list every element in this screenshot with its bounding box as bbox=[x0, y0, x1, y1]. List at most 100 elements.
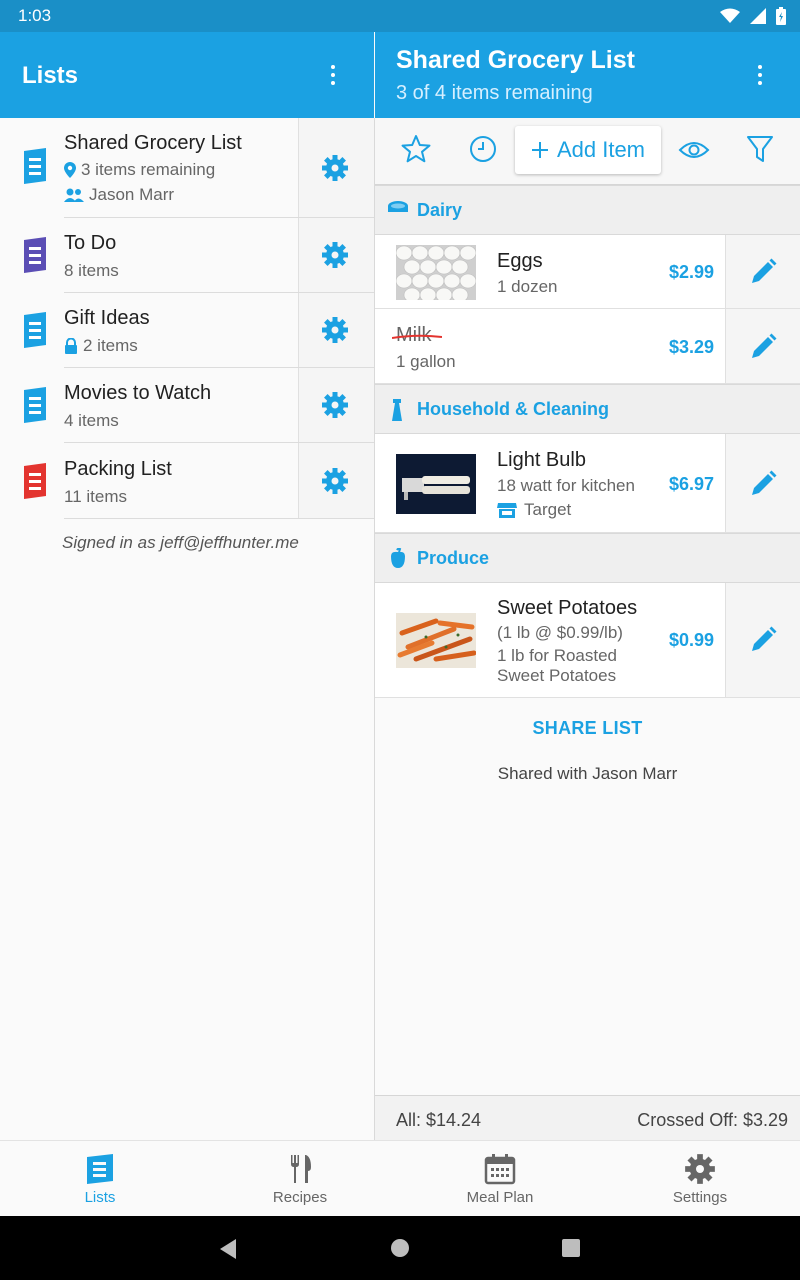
list-document-icon bbox=[24, 237, 46, 273]
wifi-icon bbox=[720, 8, 740, 23]
pencil-icon bbox=[752, 626, 777, 651]
gear-icon bbox=[322, 392, 348, 418]
totals-bar: All: $14.24 Crossed Off: $3.29 bbox=[375, 1095, 800, 1140]
pencil-icon bbox=[752, 470, 777, 495]
share-list-button[interactable]: SHARE LIST bbox=[375, 718, 800, 739]
clock-icon[interactable] bbox=[468, 134, 498, 164]
fork-knife-icon bbox=[291, 1155, 311, 1183]
item-row-sweet-potatoes[interactable]: Sweet Potatoes (1 lb @ $0.99/lb) 1 lb fo… bbox=[375, 583, 800, 698]
edit-item-button[interactable] bbox=[725, 583, 800, 697]
list-settings-button[interactable] bbox=[298, 118, 374, 218]
list-name: Shared Grocery List bbox=[64, 132, 242, 154]
list-overflow-menu-icon[interactable] bbox=[756, 65, 764, 85]
nav-recipes[interactable]: Recipes bbox=[200, 1141, 400, 1217]
store-icon bbox=[497, 503, 517, 518]
plus-icon bbox=[531, 142, 548, 158]
light-bulb-image bbox=[396, 454, 476, 514]
nav-meal-plan[interactable]: Meal Plan bbox=[400, 1141, 600, 1217]
list-meta-text: 11 items bbox=[64, 487, 127, 506]
list-meta: 3 items remaining bbox=[64, 160, 215, 180]
list-document-icon bbox=[24, 312, 46, 348]
item-row-eggs[interactable]: Eggs 1 dozen $2.99 bbox=[375, 235, 800, 309]
list-row-movies[interactable]: Movies to Watch 4 items bbox=[0, 368, 374, 443]
status-bar: 1:03 bbox=[0, 0, 800, 32]
lists-icon bbox=[87, 1154, 113, 1184]
gear-icon bbox=[685, 1154, 715, 1184]
battery-icon bbox=[776, 7, 786, 25]
signal-icon bbox=[750, 8, 766, 24]
recents-icon[interactable] bbox=[561, 1238, 581, 1258]
nav-label: Lists bbox=[84, 1189, 116, 1206]
list-meta-text: 8 items bbox=[64, 261, 119, 280]
eye-icon[interactable] bbox=[678, 138, 710, 162]
list-settings-button[interactable] bbox=[298, 293, 374, 368]
star-icon[interactable] bbox=[401, 134, 431, 164]
item-detail: 1 lb for Roasted bbox=[497, 646, 618, 665]
list-meta-text: 3 items remaining bbox=[81, 160, 216, 179]
list-document-icon bbox=[24, 387, 46, 423]
store-name: Target bbox=[524, 500, 572, 519]
list-row-gift-ideas[interactable]: Gift Ideas 2 items bbox=[0, 293, 374, 368]
nav-lists[interactable]: Lists bbox=[0, 1141, 200, 1217]
list-toolbar: Add Item bbox=[375, 118, 800, 185]
gear-icon bbox=[322, 468, 348, 494]
list-detail-title: Shared Grocery List bbox=[396, 46, 635, 74]
edit-item-button[interactable] bbox=[725, 235, 800, 308]
category-label: Dairy bbox=[417, 200, 463, 220]
edit-item-button[interactable] bbox=[725, 434, 800, 532]
list-row-to-do[interactable]: To Do 8 items bbox=[0, 218, 374, 293]
list-meta-text: 2 items bbox=[83, 336, 138, 355]
back-icon[interactable] bbox=[218, 1238, 238, 1260]
bottom-navigation: Lists Recipes Meal Plan Settings bbox=[0, 1140, 800, 1216]
item-detail: 1 gallon bbox=[396, 352, 456, 371]
nav-settings[interactable]: Settings bbox=[600, 1141, 800, 1217]
calendar-icon bbox=[484, 1154, 516, 1185]
category-header-produce[interactable]: Produce bbox=[375, 533, 800, 583]
spray-bottle-icon bbox=[392, 399, 402, 421]
list-settings-button[interactable] bbox=[298, 443, 374, 519]
home-icon[interactable] bbox=[390, 1238, 410, 1258]
list-name: Gift Ideas bbox=[64, 307, 150, 329]
list-settings-button[interactable] bbox=[298, 368, 374, 443]
item-row-light-bulb[interactable]: Light Bulb 18 watt for kitchen Target $6… bbox=[375, 434, 800, 533]
list-settings-button[interactable] bbox=[298, 218, 374, 293]
item-unit-price: (1 lb @ $0.99/lb) bbox=[497, 623, 623, 642]
gear-icon bbox=[322, 155, 348, 181]
nav-label: Recipes bbox=[272, 1189, 328, 1206]
item-price: $2.99 bbox=[668, 262, 714, 282]
list-detail-subtitle: 3 of 4 items remaining bbox=[396, 82, 593, 104]
dairy-icon bbox=[388, 201, 408, 212]
pepper-icon bbox=[391, 548, 405, 568]
gear-icon bbox=[322, 317, 348, 343]
shared-with-name: Jason Marr bbox=[89, 185, 175, 204]
category-label: Household & Cleaning bbox=[417, 399, 610, 419]
status-time: 1:03 bbox=[18, 6, 52, 25]
item-name: Light Bulb bbox=[497, 449, 586, 471]
list-name: Movies to Watch bbox=[64, 382, 212, 404]
item-detail: 1 dozen bbox=[497, 277, 558, 296]
people-icon bbox=[64, 188, 84, 202]
edit-item-button[interactable] bbox=[725, 309, 800, 383]
list-name: To Do bbox=[64, 232, 117, 254]
category-header-dairy[interactable]: Dairy bbox=[375, 185, 800, 235]
total-all: All: $14.24 bbox=[396, 1110, 482, 1130]
item-detail: 18 watt for kitchen bbox=[497, 476, 635, 495]
add-item-button[interactable]: Add Item bbox=[515, 126, 661, 174]
strike-through-mark bbox=[392, 334, 442, 339]
list-document-icon bbox=[24, 148, 46, 184]
lists-overflow-menu-icon[interactable] bbox=[329, 65, 337, 85]
filter-icon[interactable] bbox=[745, 134, 775, 164]
list-shared-with: Jason Marr bbox=[64, 185, 174, 205]
list-detail-app-bar: Shared Grocery List 3 of 4 items remaini… bbox=[375, 32, 800, 118]
item-row-milk[interactable]: Milk 1 gallon $3.29 bbox=[375, 309, 800, 384]
list-separator bbox=[64, 518, 374, 519]
list-name: Packing List bbox=[64, 458, 172, 480]
list-row-shared-grocery[interactable]: Shared Grocery List 3 items remaining Ja… bbox=[0, 118, 374, 218]
list-row-packing[interactable]: Packing List 11 items bbox=[0, 443, 374, 519]
category-header-household[interactable]: Household & Cleaning bbox=[375, 384, 800, 434]
item-detail-cont: Sweet Potatoes bbox=[497, 666, 617, 685]
category-label: Produce bbox=[417, 548, 490, 568]
eggs-image bbox=[396, 245, 476, 300]
shared-with-text: Shared with Jason Marr bbox=[497, 764, 678, 783]
total-crossed-off: Crossed Off: $3.29 bbox=[637, 1110, 788, 1130]
